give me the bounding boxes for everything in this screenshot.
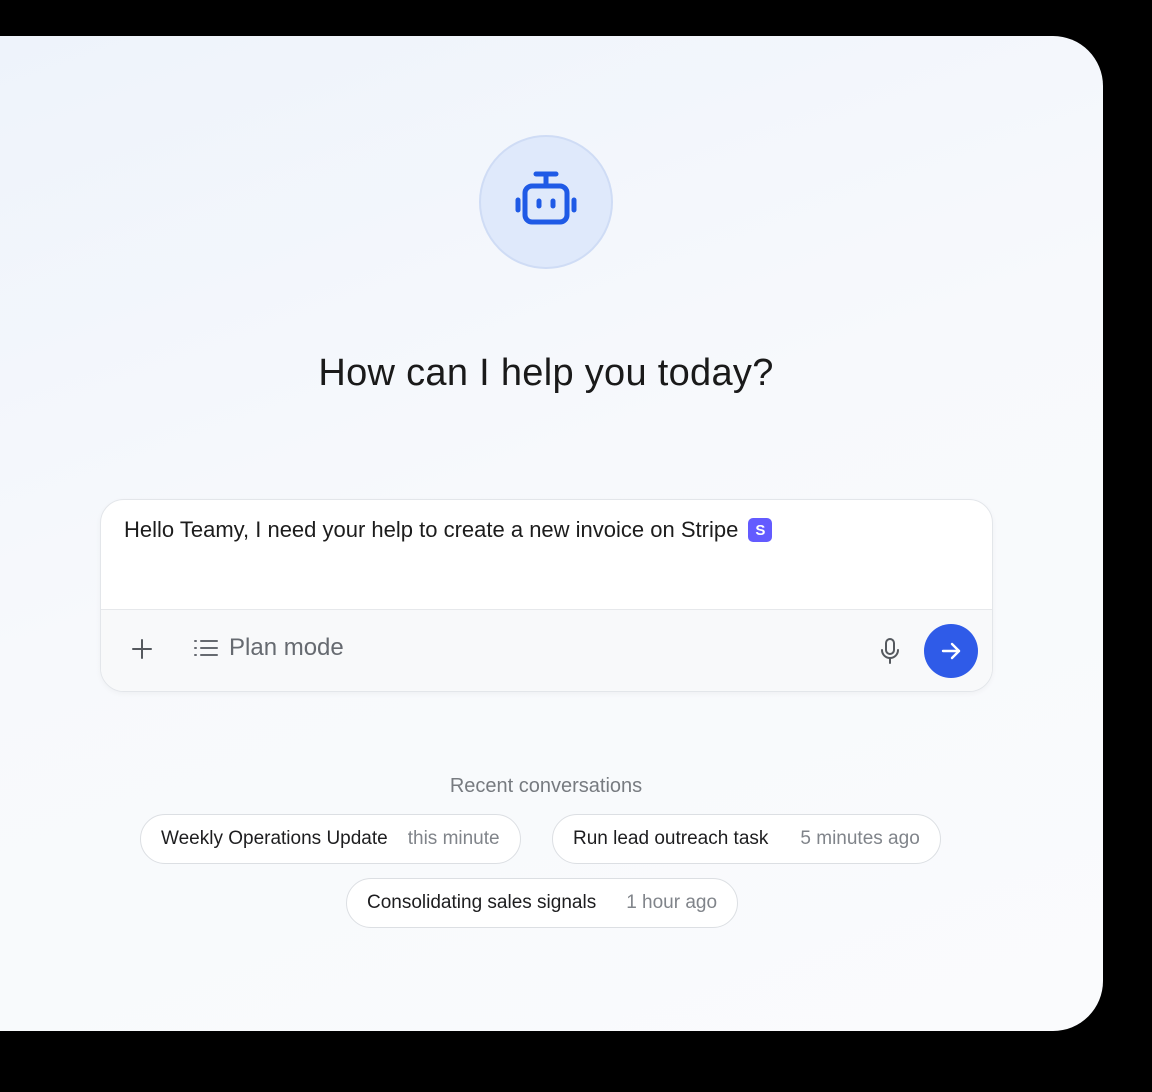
assistant-avatar	[479, 135, 613, 269]
conversation-title: Run lead outreach task	[573, 828, 769, 849]
conversation-time: 5 minutes ago	[800, 828, 920, 849]
page-title: How can I help you today?	[318, 352, 774, 394]
send-button[interactable]	[924, 624, 978, 678]
arrow-right-icon	[941, 642, 961, 660]
recent-conversation-chip[interactable]: Consolidating sales signals 1 hour ago	[346, 878, 739, 928]
microphone-icon	[881, 638, 899, 664]
plan-mode-label: Plan mode	[229, 634, 344, 661]
recent-conversation-chip[interactable]: Weekly Operations Update this minute	[140, 814, 521, 864]
list-icon	[194, 640, 218, 656]
robot-icon	[515, 171, 577, 225]
conversation-time: this minute	[407, 828, 500, 849]
recent-conversations-heading: Recent conversations	[449, 775, 643, 797]
conversation-title: Consolidating sales signals	[367, 892, 597, 913]
message-input[interactable]: Hello Teamy, I need your help to create …	[124, 517, 773, 543]
conversation-time: 1 hour ago	[626, 892, 718, 913]
attach-button[interactable]	[129, 636, 155, 662]
plan-mode-button[interactable]: Plan mode	[193, 634, 344, 662]
composer-toolbar: Plan mode	[101, 609, 992, 691]
message-composer: Hello Teamy, I need your help to create …	[100, 499, 993, 692]
plus-icon	[132, 639, 152, 659]
voice-input-button[interactable]	[876, 636, 904, 666]
conversation-title: Weekly Operations Update	[161, 828, 388, 849]
message-input-text: Hello Teamy, I need your help to create …	[124, 517, 739, 542]
stripe-icon: S	[748, 518, 773, 542]
assistant-panel: How can I help you today? Hello Teamy, I…	[0, 36, 1103, 1031]
recent-conversation-chip[interactable]: Run lead outreach task 5 minutes ago	[552, 814, 941, 864]
